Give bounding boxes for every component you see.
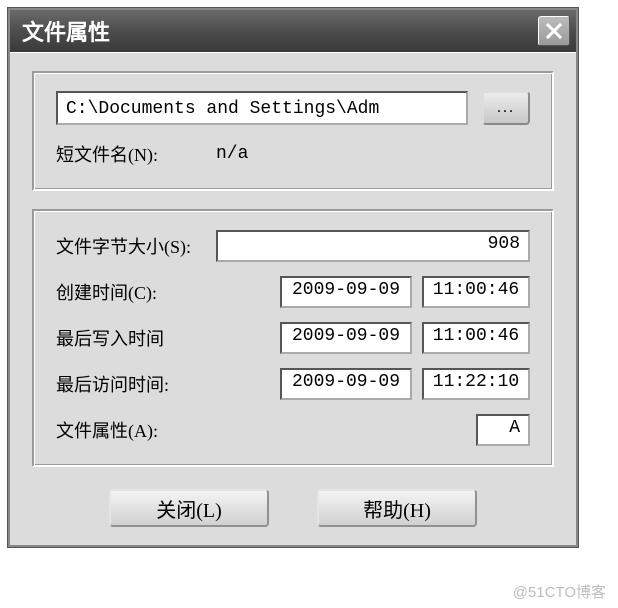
written-date-input[interactable]: 2009-09-09 — [280, 322, 412, 354]
size-input[interactable]: 908 — [216, 230, 530, 262]
attr-input[interactable]: A — [476, 414, 530, 446]
accessed-time-input[interactable]: 11:22:10 — [422, 368, 530, 400]
written-label: 最后写入时间 — [56, 325, 216, 351]
short-name-value: n/a — [216, 144, 248, 164]
accessed-label: 最后访问时间: — [56, 371, 216, 397]
attr-label: 文件属性(A): — [56, 417, 216, 443]
watermark: @51CTO博客 — [513, 581, 606, 602]
path-input[interactable]: C:\Documents and Settings\Adm — [56, 91, 468, 125]
title-text: 文件属性 — [22, 15, 110, 47]
size-label: 文件字节大小(S): — [56, 233, 216, 259]
button-row: 关闭(L) 帮助(H) — [32, 485, 554, 527]
accessed-date-input[interactable]: 2009-09-09 — [280, 368, 412, 400]
browse-button[interactable]: ... — [482, 91, 530, 125]
created-time-input[interactable]: 11:00:46 — [422, 276, 530, 308]
created-label: 创建时间(C): — [56, 279, 216, 305]
close-dialog-button[interactable]: 关闭(L) — [109, 489, 269, 527]
close-button[interactable] — [538, 16, 570, 46]
titlebar: 文件属性 — [10, 10, 576, 52]
close-icon — [546, 23, 562, 39]
dialog-window: 文件属性 C:\Documents and Settings\Adm ... 短… — [8, 8, 578, 547]
created-date-input[interactable]: 2009-09-09 — [280, 276, 412, 308]
written-time-input[interactable]: 11:00:46 — [422, 322, 530, 354]
client-area: C:\Documents and Settings\Adm ... 短文件名(N… — [10, 52, 576, 545]
group-details: 文件字节大小(S): 908 创建时间(C): 2009-09-09 11:00… — [32, 209, 554, 467]
short-name-label: 短文件名(N): — [56, 141, 216, 167]
group-path: C:\Documents and Settings\Adm ... 短文件名(N… — [32, 71, 554, 191]
help-button[interactable]: 帮助(H) — [317, 489, 477, 527]
